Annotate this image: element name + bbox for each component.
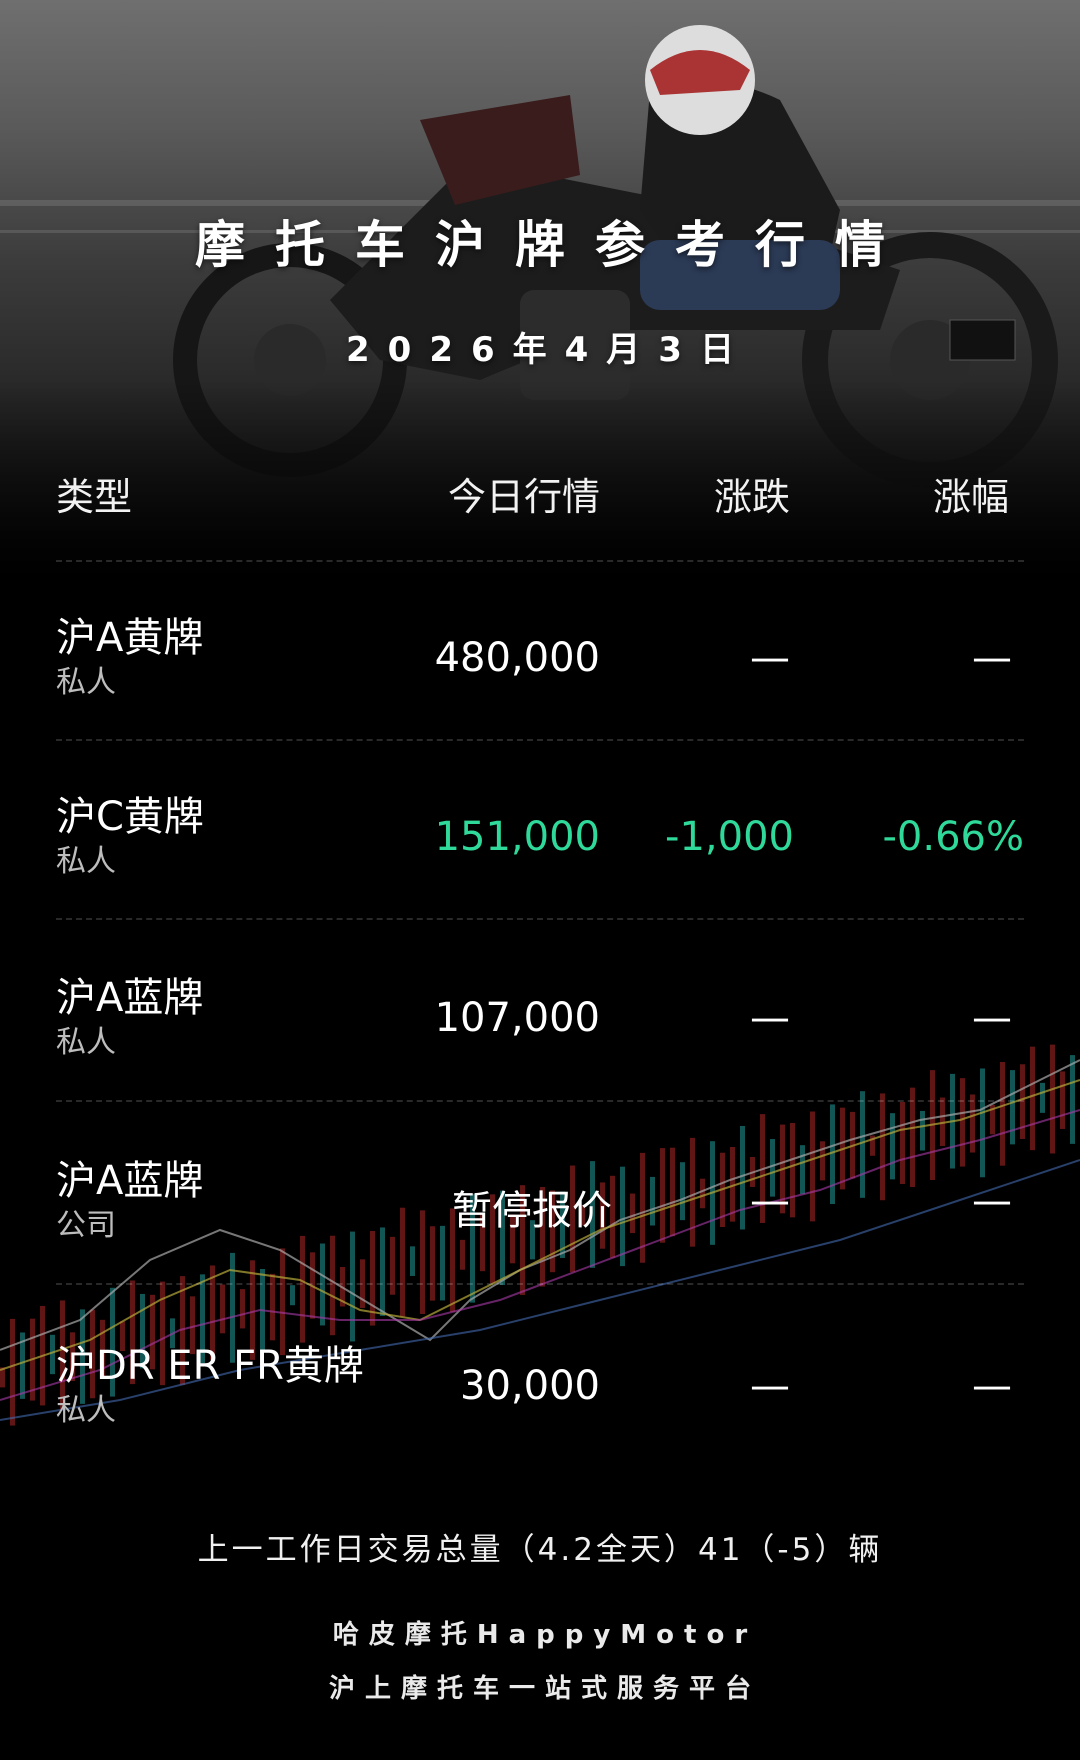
plate-type: 沪A黄牌 bbox=[56, 615, 204, 661]
price-value: 30,000 bbox=[460, 1363, 600, 1409]
percent-value: — bbox=[972, 995, 1012, 1041]
column-header-price: 今日行情 bbox=[448, 475, 601, 519]
page-title: 摩托车沪牌参考行情 bbox=[195, 216, 915, 274]
table-row: 沪A黄牌 私人 480,000 — — bbox=[0, 605, 1080, 785]
plate-type: 沪A蓝牌 bbox=[56, 1158, 204, 1204]
owner-type: 私人 bbox=[56, 1025, 116, 1060]
table-row: 沪A蓝牌 公司 暂停报价 — — bbox=[0, 1148, 1080, 1328]
percent-value: — bbox=[972, 1363, 1012, 1409]
brand-name: 哈皮摩托HappyMotor bbox=[332, 1620, 758, 1650]
price-value: 480,000 bbox=[434, 635, 600, 681]
divider bbox=[56, 1283, 1024, 1285]
divider bbox=[56, 739, 1024, 741]
change-value: -1,000 bbox=[665, 814, 794, 860]
page-date: 2026年4月3日 bbox=[346, 330, 752, 370]
price-value: 107,000 bbox=[434, 995, 600, 1041]
column-header-change: 涨跌 bbox=[714, 475, 791, 519]
change-value: — bbox=[750, 1178, 790, 1224]
owner-type: 私人 bbox=[56, 665, 116, 700]
plate-type: 沪DR ER FR黄牌 bbox=[56, 1343, 364, 1389]
column-header-type: 类型 bbox=[56, 475, 133, 519]
price-value: 暂停报价 bbox=[452, 1188, 612, 1234]
percent-value: — bbox=[972, 1178, 1012, 1224]
percent-value: -0.66% bbox=[882, 814, 1024, 860]
owner-type: 公司 bbox=[56, 1208, 116, 1243]
percent-value: — bbox=[972, 635, 1012, 681]
table-row: 沪A蓝牌 私人 107,000 — — bbox=[0, 965, 1080, 1145]
owner-type: 私人 bbox=[56, 1393, 116, 1428]
change-value: — bbox=[750, 1363, 790, 1409]
brand-slogan: 沪上摩托车一站式服务平台 bbox=[328, 1674, 761, 1704]
change-value: — bbox=[750, 995, 790, 1041]
change-value: — bbox=[750, 635, 790, 681]
price-value: 151,000 bbox=[434, 814, 600, 860]
plate-type: 沪A蓝牌 bbox=[56, 975, 204, 1021]
trade-volume-summary: 上一工作日交易总量（4.2全天）41（-5）辆 bbox=[197, 1532, 883, 1568]
divider bbox=[56, 1100, 1024, 1102]
table-row: 沪C黄牌 私人 151,000 -1,000 -0.66% bbox=[0, 784, 1080, 964]
divider bbox=[56, 918, 1024, 920]
plate-type: 沪C黄牌 bbox=[56, 794, 204, 840]
divider bbox=[56, 560, 1024, 562]
table-row: 沪DR ER FR黄牌 私人 30,000 — — bbox=[0, 1333, 1080, 1513]
owner-type: 私人 bbox=[56, 844, 116, 879]
column-header-percent: 涨幅 bbox=[933, 475, 1010, 519]
